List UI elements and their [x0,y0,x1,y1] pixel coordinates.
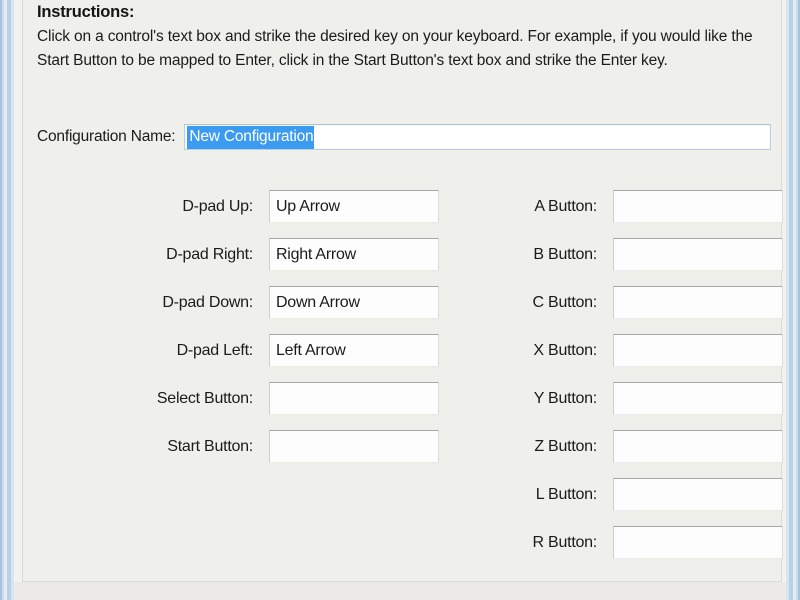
mapping-input-start-button[interactable] [269,430,439,463]
configuration-name-label: Configuration Name: [37,128,176,145]
mapping-input-r-button[interactable] [613,526,783,559]
mapping-row-b-button: B Button: [471,238,783,271]
mapping-row-dpad-right: D-pad Right: Right Arrow [127,238,439,271]
mapping-column-right: A Button: B Button: C Button: X Button: … [471,190,783,574]
mapping-input-dpad-left[interactable]: Left Arrow [269,334,439,367]
mapping-input-dpad-up[interactable]: Up Arrow [269,190,439,223]
mapping-label-a-button: A Button: [534,197,597,215]
mapping-input-c-button[interactable] [613,286,783,319]
mapping-label-z-button: Z Button: [534,437,597,455]
mapping-row-a-button: A Button: [471,190,783,223]
configuration-name-value: New Configuration [187,125,315,149]
mapping-row-select-button: Select Button: [127,382,439,415]
mapping-column-left: D-pad Up: Up Arrow D-pad Right: Right Ar… [127,190,439,478]
mapping-row-c-button: C Button: [471,286,783,319]
mapping-row-start-button: Start Button: [127,430,439,463]
mapping-input-l-button[interactable] [613,478,783,511]
mapping-label-r-button: R Button: [532,533,598,551]
mapping-input-y-button[interactable] [613,382,783,415]
configuration-name-input[interactable]: New Configuration [184,124,771,150]
mapping-input-dpad-right[interactable]: Right Arrow [269,238,439,271]
instructions-block: Instructions: Click on a control's text … [37,2,767,72]
mapping-label-c-button: C Button: [532,293,598,311]
mapping-row-x-button: X Button: [471,334,783,367]
mapping-row-z-button: Z Button: [471,430,783,463]
mapping-input-b-button[interactable] [613,238,783,271]
dialog-window: Instructions: Click on a control's text … [0,0,800,600]
mapping-input-x-button[interactable] [613,334,783,367]
instructions-body: Click on a control's text box and strike… [37,28,753,69]
mapping-label-dpad-right: D-pad Right: [166,245,253,263]
mapping-label-b-button: B Button: [533,245,597,263]
mapping-label-dpad-up: D-pad Up: [182,197,253,215]
mapping-input-z-button[interactable] [613,430,783,463]
mapping-input-dpad-down[interactable]: Down Arrow [269,286,439,319]
configuration-name-row: Configuration Name: New Configuration [37,124,771,150]
mapping-row-dpad-down: D-pad Down: Down Arrow [127,286,439,319]
mapping-label-select-button: Select Button: [156,389,253,407]
mapping-label-start-button: Start Button: [167,437,253,455]
mapping-label-x-button: X Button: [533,341,597,359]
mapping-label-y-button: Y Button: [533,389,598,407]
instructions-title: Instructions: [37,3,135,21]
mapping-row-dpad-left: D-pad Left: Left Arrow [127,334,439,367]
mapping-label-dpad-down: D-pad Down: [162,293,253,311]
mapping-row-dpad-up: D-pad Up: Up Arrow [127,190,439,223]
mapping-input-select-button[interactable] [269,382,439,415]
window-frame-bottom [0,582,800,600]
mapping-input-a-button[interactable] [613,190,783,223]
mapping-row-r-button: R Button: [471,526,783,559]
mapping-row-y-button: Y Button: [471,382,783,415]
mapping-label-l-button: L Button: [535,485,597,503]
mapping-label-dpad-left: D-pad Left: [176,341,254,359]
dialog-client-area: Instructions: Click on a control's text … [22,0,783,582]
mapping-row-l-button: L Button: [471,478,783,511]
